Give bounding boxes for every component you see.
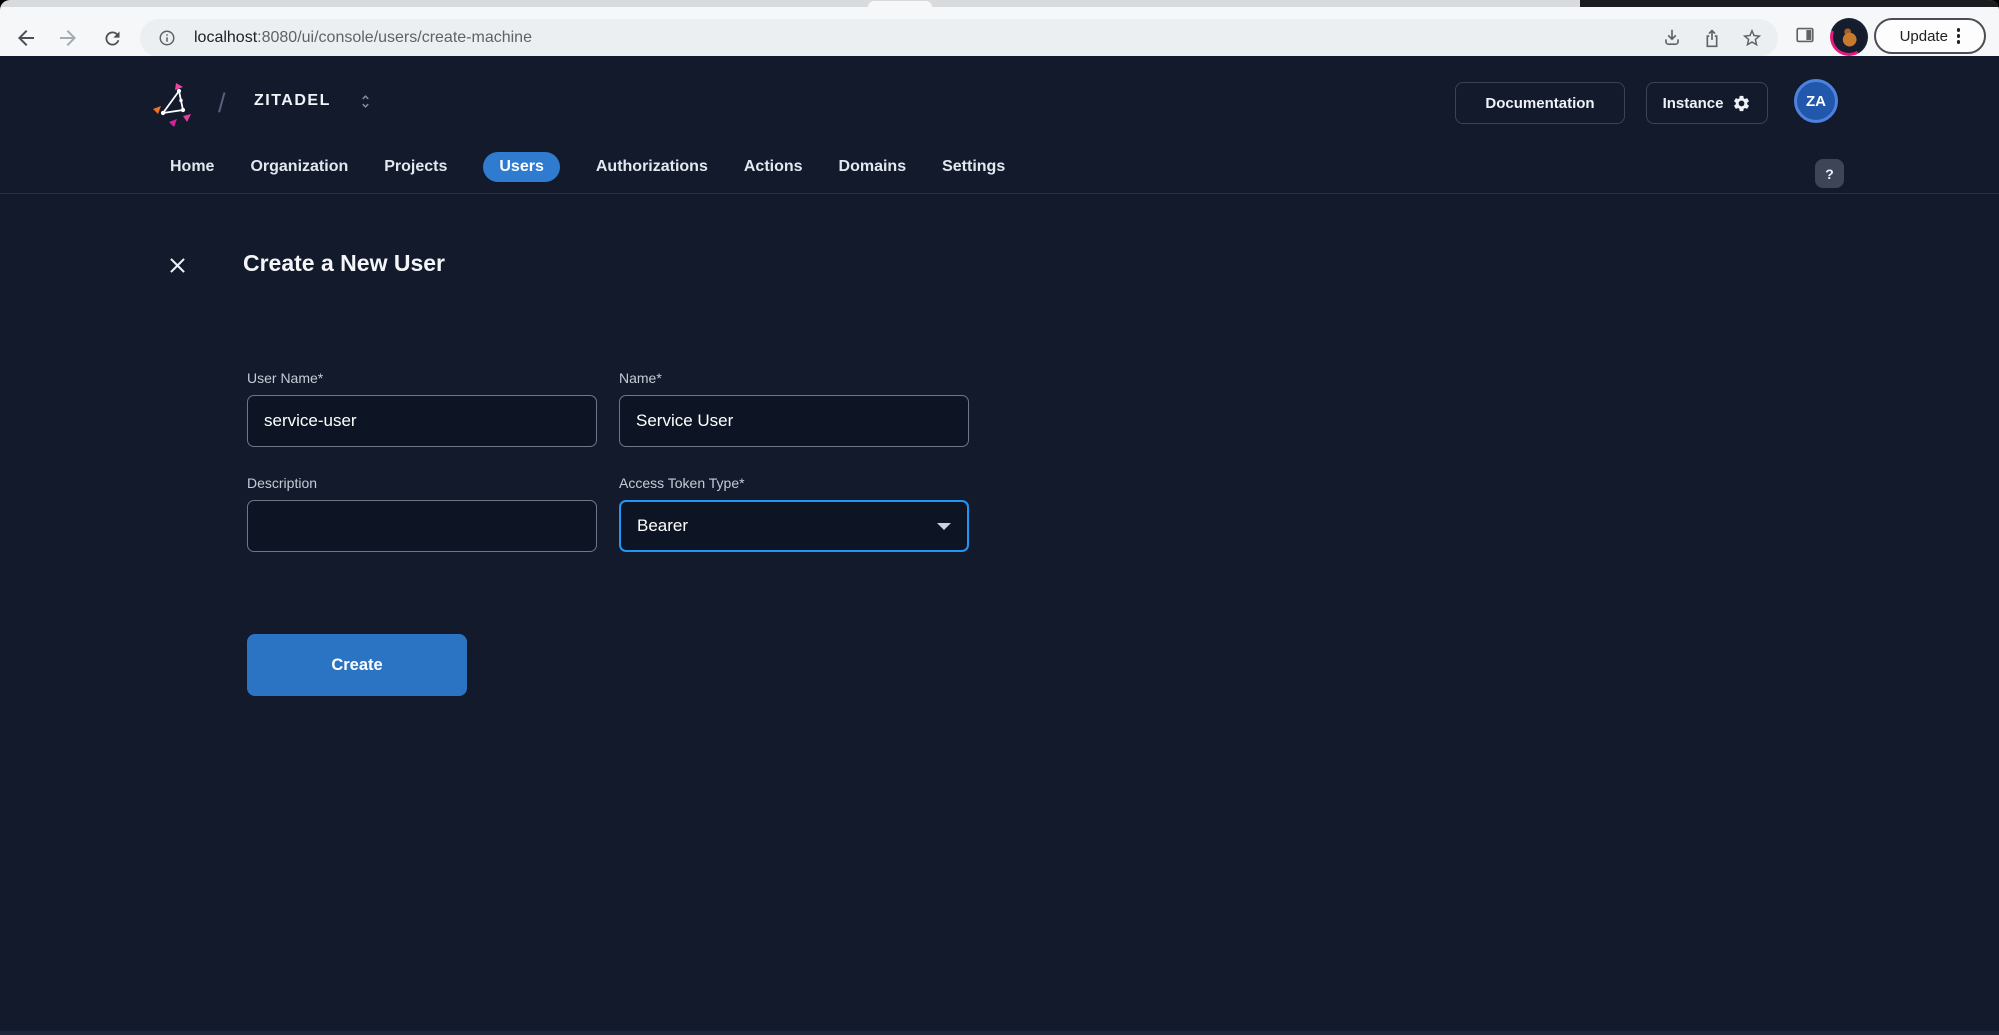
url-text: localhost:8080/ui/console/users/create-m… (194, 19, 532, 57)
zitadel-console: / ZITADEL Documentation Instance ZA Home… (0, 56, 1999, 1035)
bookmark-star-icon[interactable] (1741, 27, 1763, 49)
nav-tab-actions[interactable]: Actions (744, 152, 803, 182)
user-avatar[interactable]: ZA (1794, 79, 1838, 123)
url-path: :8080/ui/console/users/create-machine (257, 29, 532, 47)
bottom-scrollbar-track (0, 1031, 1999, 1035)
instance-label: Instance (1663, 95, 1724, 112)
back-arrow-icon (14, 26, 38, 50)
description-label: Description (247, 475, 597, 491)
access-token-type-select[interactable]: Bearer (619, 500, 969, 552)
org-name: ZITADEL (254, 92, 331, 110)
unfold-more-icon (357, 93, 374, 110)
main-nav: Home Organization Projects Users Authori… (170, 152, 1005, 182)
url-bar[interactable]: localhost:8080/ui/console/users/create-m… (140, 19, 1778, 57)
side-panel-button[interactable] (1794, 24, 1816, 51)
zitadel-logo[interactable] (150, 80, 198, 128)
name-label: Name* (619, 370, 969, 386)
username-input[interactable] (247, 395, 597, 447)
nav-tab-organization[interactable]: Organization (250, 152, 348, 182)
name-input[interactable] (619, 395, 969, 447)
username-label: User Name* (247, 370, 597, 386)
access-token-type-label: Access Token Type* (619, 475, 969, 491)
breadcrumb-slash: / (218, 88, 226, 119)
app-header: / ZITADEL Documentation Instance ZA Home… (0, 56, 1999, 194)
access-token-type-value: Bearer (637, 516, 688, 536)
refresh-icon (102, 28, 123, 49)
page-title: Create a New User (243, 250, 445, 277)
site-info-icon[interactable] (158, 29, 176, 52)
description-field-group: Description (247, 475, 597, 552)
browser-profile-avatar[interactable] (1830, 18, 1868, 56)
side-panel-icon (1794, 24, 1816, 46)
chevron-down-icon (937, 523, 951, 530)
nav-tab-domains[interactable]: Domains (839, 152, 907, 182)
profile-avatar-image (1833, 21, 1865, 53)
gear-icon (1732, 94, 1751, 113)
forward-button[interactable] (56, 26, 80, 50)
help-label: ? (1825, 166, 1834, 182)
close-icon (165, 253, 190, 278)
forward-arrow-icon (56, 26, 80, 50)
nav-tab-home[interactable]: Home (170, 152, 214, 182)
org-switcher[interactable]: ZITADEL (254, 92, 374, 110)
nav-tab-authorizations[interactable]: Authorizations (596, 152, 708, 182)
create-button[interactable]: Create (247, 634, 467, 696)
nav-tab-users[interactable]: Users (483, 152, 559, 182)
instance-button[interactable]: Instance (1646, 82, 1768, 124)
url-host: localhost (194, 29, 257, 47)
browser-window: localhost:8080/ui/console/users/create-m… (0, 0, 1999, 1035)
nav-tab-projects[interactable]: Projects (384, 152, 447, 182)
access-token-type-field-group: Access Token Type* Bearer (619, 475, 969, 552)
download-button[interactable] (1661, 27, 1683, 49)
browser-toolbar: localhost:8080/ui/console/users/create-m… (0, 7, 1999, 56)
more-vert-icon (1957, 28, 1961, 44)
username-field-group: User Name* (247, 370, 597, 447)
tab-strip-dark-segment (1580, 0, 1999, 7)
update-button[interactable]: Update (1874, 18, 1986, 54)
avatar-initials: ZA (1806, 93, 1826, 110)
update-label: Update (1900, 28, 1948, 45)
description-input[interactable] (247, 500, 597, 552)
documentation-label: Documentation (1485, 95, 1594, 112)
documentation-button[interactable]: Documentation (1455, 82, 1625, 124)
refresh-button[interactable] (100, 26, 124, 50)
name-field-group: Name* (619, 370, 969, 447)
browser-tab-strip (0, 0, 1999, 7)
help-button[interactable]: ? (1815, 159, 1844, 188)
share-button[interactable] (1701, 27, 1723, 49)
back-button[interactable] (14, 26, 38, 50)
zitadel-logo-icon (150, 80, 198, 128)
nav-tab-settings[interactable]: Settings (942, 152, 1005, 182)
close-button[interactable] (163, 251, 191, 279)
